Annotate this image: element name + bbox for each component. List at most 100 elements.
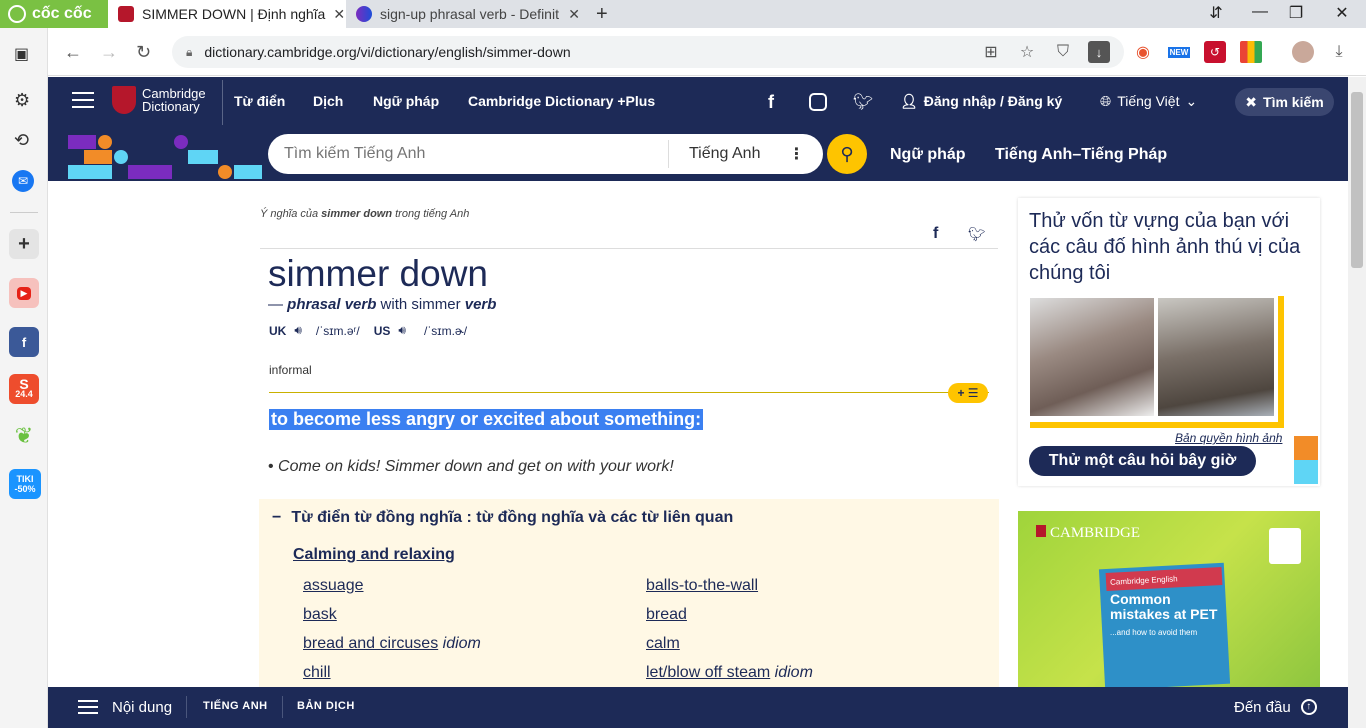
- nav-dictionary[interactable]: Từ điển: [234, 93, 285, 109]
- add-sidebar-item-icon[interactable]: +: [9, 229, 39, 259]
- translation-tab[interactable]: BẢN DỊCH: [297, 700, 355, 712]
- contents-link[interactable]: Nội dung: [112, 699, 172, 716]
- definition-text: to become less angry or excited about so…: [269, 409, 704, 430]
- search-submit-button[interactable]: ⚲: [827, 134, 867, 174]
- us-audio-icon[interactable]: 🔊︎: [398, 323, 406, 338]
- history-icon[interactable]: ⟲: [14, 130, 29, 151]
- facebook-icon[interactable]: f: [9, 327, 39, 357]
- login-link[interactable]: 👤︎ Đăng nhập / Đăng ký: [900, 93, 1062, 110]
- reload-icon[interactable]: ↻: [136, 42, 151, 63]
- pos-dash: —: [268, 296, 288, 313]
- header-search-button[interactable]: ✖ Tìm kiếm: [1235, 88, 1334, 116]
- thesaurus-title: Từ điển từ đồng nghĩa : từ đồng nghĩa và…: [291, 509, 734, 526]
- quiz-text: Thử vốn từ vựng của bạn với các câu đố h…: [1029, 210, 1301, 284]
- new-tab-icon[interactable]: +: [596, 3, 608, 26]
- add-to-wordlist-button[interactable]: + ☰: [948, 383, 988, 403]
- tab-sign-up[interactable]: sign-up phrasal verb - Definit ✕: [346, 0, 590, 28]
- ad-book-subtitle: ...and how to avoid them: [1110, 628, 1198, 637]
- example-sentence: • Come on kids! Simmer down and get on w…: [268, 458, 674, 476]
- extension-chrome-icon[interactable]: ◉: [1132, 41, 1154, 63]
- nav-plus[interactable]: Cambridge Dictionary +Plus: [468, 93, 655, 109]
- extension-grid-icon[interactable]: [1240, 41, 1262, 63]
- downloads-icon[interactable]: ⤓: [1328, 41, 1350, 63]
- instagram-icon[interactable]: [809, 93, 827, 111]
- decor-block: [188, 150, 218, 164]
- lock-icon: 🔒︎: [186, 44, 193, 59]
- close-tab-icon[interactable]: ✕: [568, 6, 580, 23]
- synonym-item[interactable]: assuage: [303, 577, 364, 595]
- shield-icon[interactable]: ⛉: [1052, 41, 1074, 63]
- extension-new-icon[interactable]: NEW: [1166, 41, 1192, 63]
- synonym-item[interactable]: calm: [646, 635, 680, 653]
- link-grammar[interactable]: Ngữ pháp: [890, 146, 966, 164]
- synonym-item[interactable]: balls-to-the-wall: [646, 577, 758, 595]
- tab-title: SIMMER DOWN | Định nghĩa: [142, 6, 326, 22]
- browser-brand-button[interactable]: cốc cốc: [0, 0, 108, 28]
- extension-red-icon[interactable]: ↺: [1204, 41, 1226, 63]
- synonym-item[interactable]: bread and circuses idiom: [303, 635, 481, 653]
- back-to-top-link[interactable]: Đến đầu ↑: [1234, 699, 1317, 716]
- tiki-icon[interactable]: TIKI -50%: [9, 469, 41, 499]
- seal-image[interactable]: [1158, 298, 1274, 416]
- settings-gear-icon[interactable]: ⚙: [14, 90, 30, 111]
- synonym-item[interactable]: bread: [646, 606, 687, 624]
- download-page-icon[interactable]: ↓: [1088, 41, 1110, 63]
- synonym-item[interactable]: let/blow off steam idiom: [646, 664, 813, 682]
- language-selector[interactable]: 🌐︎ Tiếng Việt ⌄: [1100, 93, 1197, 110]
- search-input[interactable]: [268, 136, 668, 172]
- divider: [260, 248, 998, 249]
- synonym-item[interactable]: chill: [303, 664, 331, 682]
- tab-simmer-down[interactable]: SIMMER DOWN | Định nghĩa ✕: [108, 0, 346, 28]
- search-box: Tiếng Anh ⋮: [268, 134, 823, 174]
- ad-brand-label: CAMBRIDGE: [1050, 525, 1141, 541]
- image-credits-link[interactable]: Bản quyền hình ảnh: [1175, 431, 1282, 445]
- shopee-label: 24.4: [15, 389, 33, 399]
- sidebar-divider: [10, 212, 38, 213]
- thesaurus-toggle[interactable]: − Từ điển từ đồng nghĩa : từ đồng nghĩa v…: [272, 509, 733, 527]
- bookmark-star-icon[interactable]: ☆: [1016, 41, 1038, 63]
- minimize-icon[interactable]: —: [1240, 3, 1280, 21]
- tab-search-icon[interactable]: ⇵: [1196, 3, 1236, 23]
- twitter-icon[interactable]: 🐦︎: [853, 92, 873, 112]
- cambridge-logo[interactable]: Cambridge Dictionary: [112, 86, 206, 114]
- youtube-icon[interactable]: ▶: [9, 278, 39, 308]
- profile-avatar[interactable]: [1292, 41, 1314, 63]
- coccoc-logo-icon: [8, 5, 26, 23]
- leaf-extension-icon[interactable]: ❦: [9, 421, 39, 451]
- forward-icon[interactable]: →: [100, 42, 118, 63]
- scrollbar-thumb[interactable]: [1351, 92, 1363, 268]
- search-icon: ⚲: [840, 143, 854, 164]
- share-twitter-icon[interactable]: 🐦︎: [968, 226, 986, 243]
- link-english-french[interactable]: Tiếng Anh–Tiếng Pháp: [995, 146, 1167, 164]
- close-tab-icon[interactable]: ✕: [333, 6, 345, 23]
- decor-block: [68, 165, 112, 179]
- shopee-icon[interactable]: S 24.4: [9, 374, 39, 404]
- bottom-divider: [186, 696, 187, 718]
- close-window-icon[interactable]: ✕: [1322, 3, 1362, 23]
- url-text: dictionary.cambridge.org/vi/dictionary/e…: [204, 44, 571, 60]
- synonym-item[interactable]: bask: [303, 606, 337, 624]
- messenger-icon[interactable]: ✉: [12, 170, 34, 192]
- browser-brand-label: cốc cốc: [32, 5, 92, 22]
- english-tab[interactable]: TIẾNG ANH: [203, 700, 268, 712]
- menu-hamburger-icon[interactable]: [72, 92, 94, 108]
- decor-block: [174, 135, 188, 149]
- synonym-group-link[interactable]: Calming and relaxing: [293, 546, 455, 564]
- nav-translate[interactable]: Dịch: [313, 93, 343, 109]
- maximize-icon[interactable]: ❐: [1276, 3, 1316, 23]
- back-icon[interactable]: ←: [64, 42, 82, 63]
- sidebar-panel-icon[interactable]: ▣: [14, 44, 29, 64]
- facebook-link-icon[interactable]: f: [768, 92, 774, 113]
- image-frame: [1278, 296, 1284, 428]
- crumb-suffix: trong tiếng Anh: [392, 208, 470, 220]
- try-quiz-button[interactable]: Thử một câu hỏi bây giờ: [1029, 446, 1256, 476]
- hippo-image[interactable]: [1030, 298, 1154, 416]
- translate-icon[interactable]: ⊞: [980, 41, 1002, 63]
- search-language-selector[interactable]: Tiếng Anh ⋮: [668, 140, 804, 168]
- usage-label: informal: [269, 363, 312, 377]
- uk-audio-icon[interactable]: 🔊︎: [294, 323, 302, 338]
- more-vertical-icon: ⋮: [788, 146, 805, 163]
- header-search-label: Tìm kiếm: [1263, 94, 1324, 110]
- nav-grammar[interactable]: Ngữ pháp: [373, 93, 439, 109]
- share-facebook-icon[interactable]: f: [933, 225, 938, 243]
